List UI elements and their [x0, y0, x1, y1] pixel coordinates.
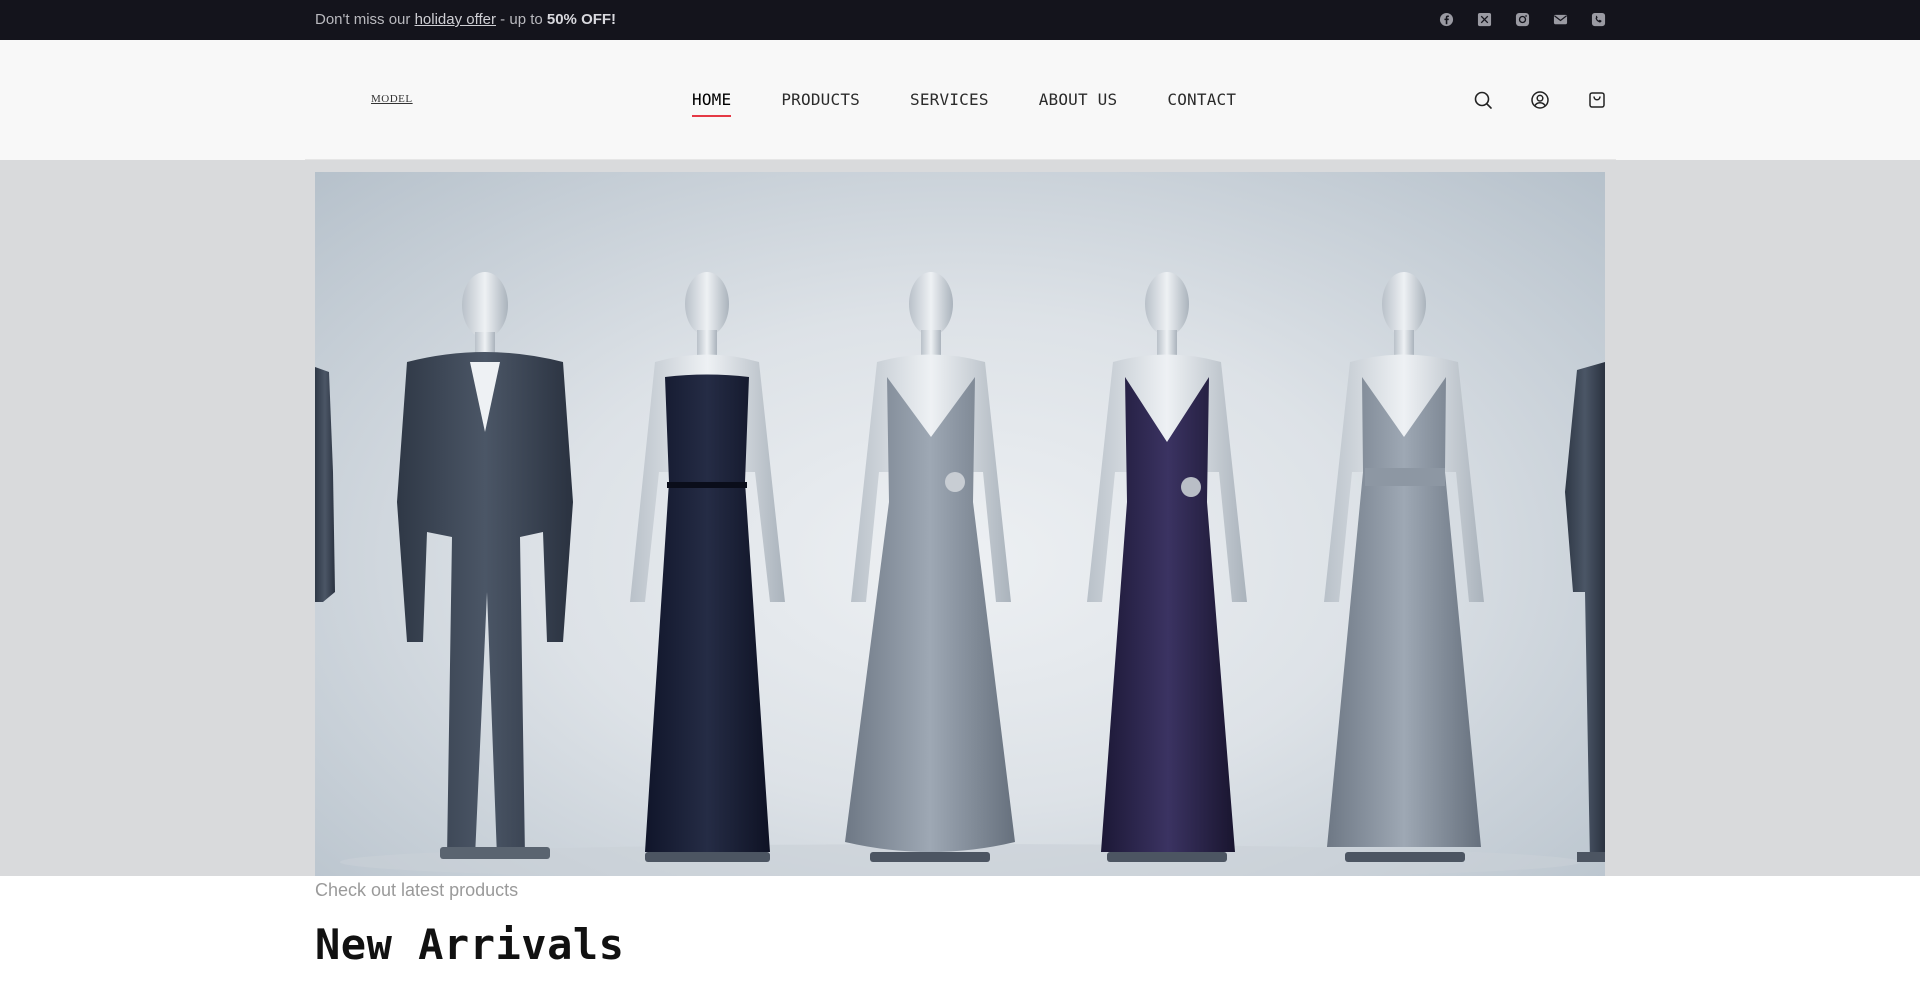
facebook-icon[interactable]	[1438, 11, 1454, 27]
holiday-offer-link[interactable]: holiday offer	[415, 11, 496, 28]
figure-purple-gown	[1087, 272, 1247, 862]
header-actions	[1473, 90, 1607, 110]
nav-home[interactable]: HOME	[692, 90, 732, 117]
account-icon[interactable]	[1530, 90, 1550, 110]
partial-figure-right	[1565, 362, 1605, 862]
x-twitter-icon[interactable]	[1476, 11, 1492, 27]
announcement-text: Don't miss our holiday offer - up to 50%…	[315, 11, 616, 28]
figure-navy-gown	[630, 272, 785, 862]
figure-suit	[397, 272, 573, 859]
mannequin-illustration	[315, 272, 1605, 876]
instagram-icon[interactable]	[1514, 11, 1530, 27]
site-logo[interactable]: MODEL	[371, 93, 413, 105]
figure-silver-pleated-gown	[1324, 272, 1484, 862]
section-kicker: Check out latest products	[315, 880, 519, 900]
announcement-bar: Don't miss our holiday offer - up to 50%…	[0, 0, 1920, 40]
partial-figure-left	[315, 367, 335, 602]
main-nav: HOME PRODUCTS SERVICES ABOUT US CONTACT	[692, 90, 1236, 117]
email-icon[interactable]	[1552, 11, 1568, 27]
social-links	[1438, 11, 1606, 27]
section-title: New Arrivals	[315, 920, 625, 969]
figure-silver-drape-gown	[845, 272, 1015, 862]
announcement-prefix: Don't miss our	[315, 11, 415, 28]
hero-banner-image[interactable]	[315, 172, 1605, 876]
nav-about-us[interactable]: ABOUT US	[1039, 90, 1118, 109]
nav-contact[interactable]: CONTACT	[1167, 90, 1236, 109]
nav-services[interactable]: SERVICES	[910, 90, 989, 109]
nav-products[interactable]: PRODUCTS	[781, 90, 860, 109]
phone-icon[interactable]	[1590, 11, 1606, 27]
search-icon[interactable]	[1473, 90, 1493, 110]
announcement-highlight: 50% OFF!	[546, 11, 617, 28]
announcement-middle: - up to	[496, 11, 547, 28]
cart-icon[interactable]	[1587, 90, 1607, 110]
